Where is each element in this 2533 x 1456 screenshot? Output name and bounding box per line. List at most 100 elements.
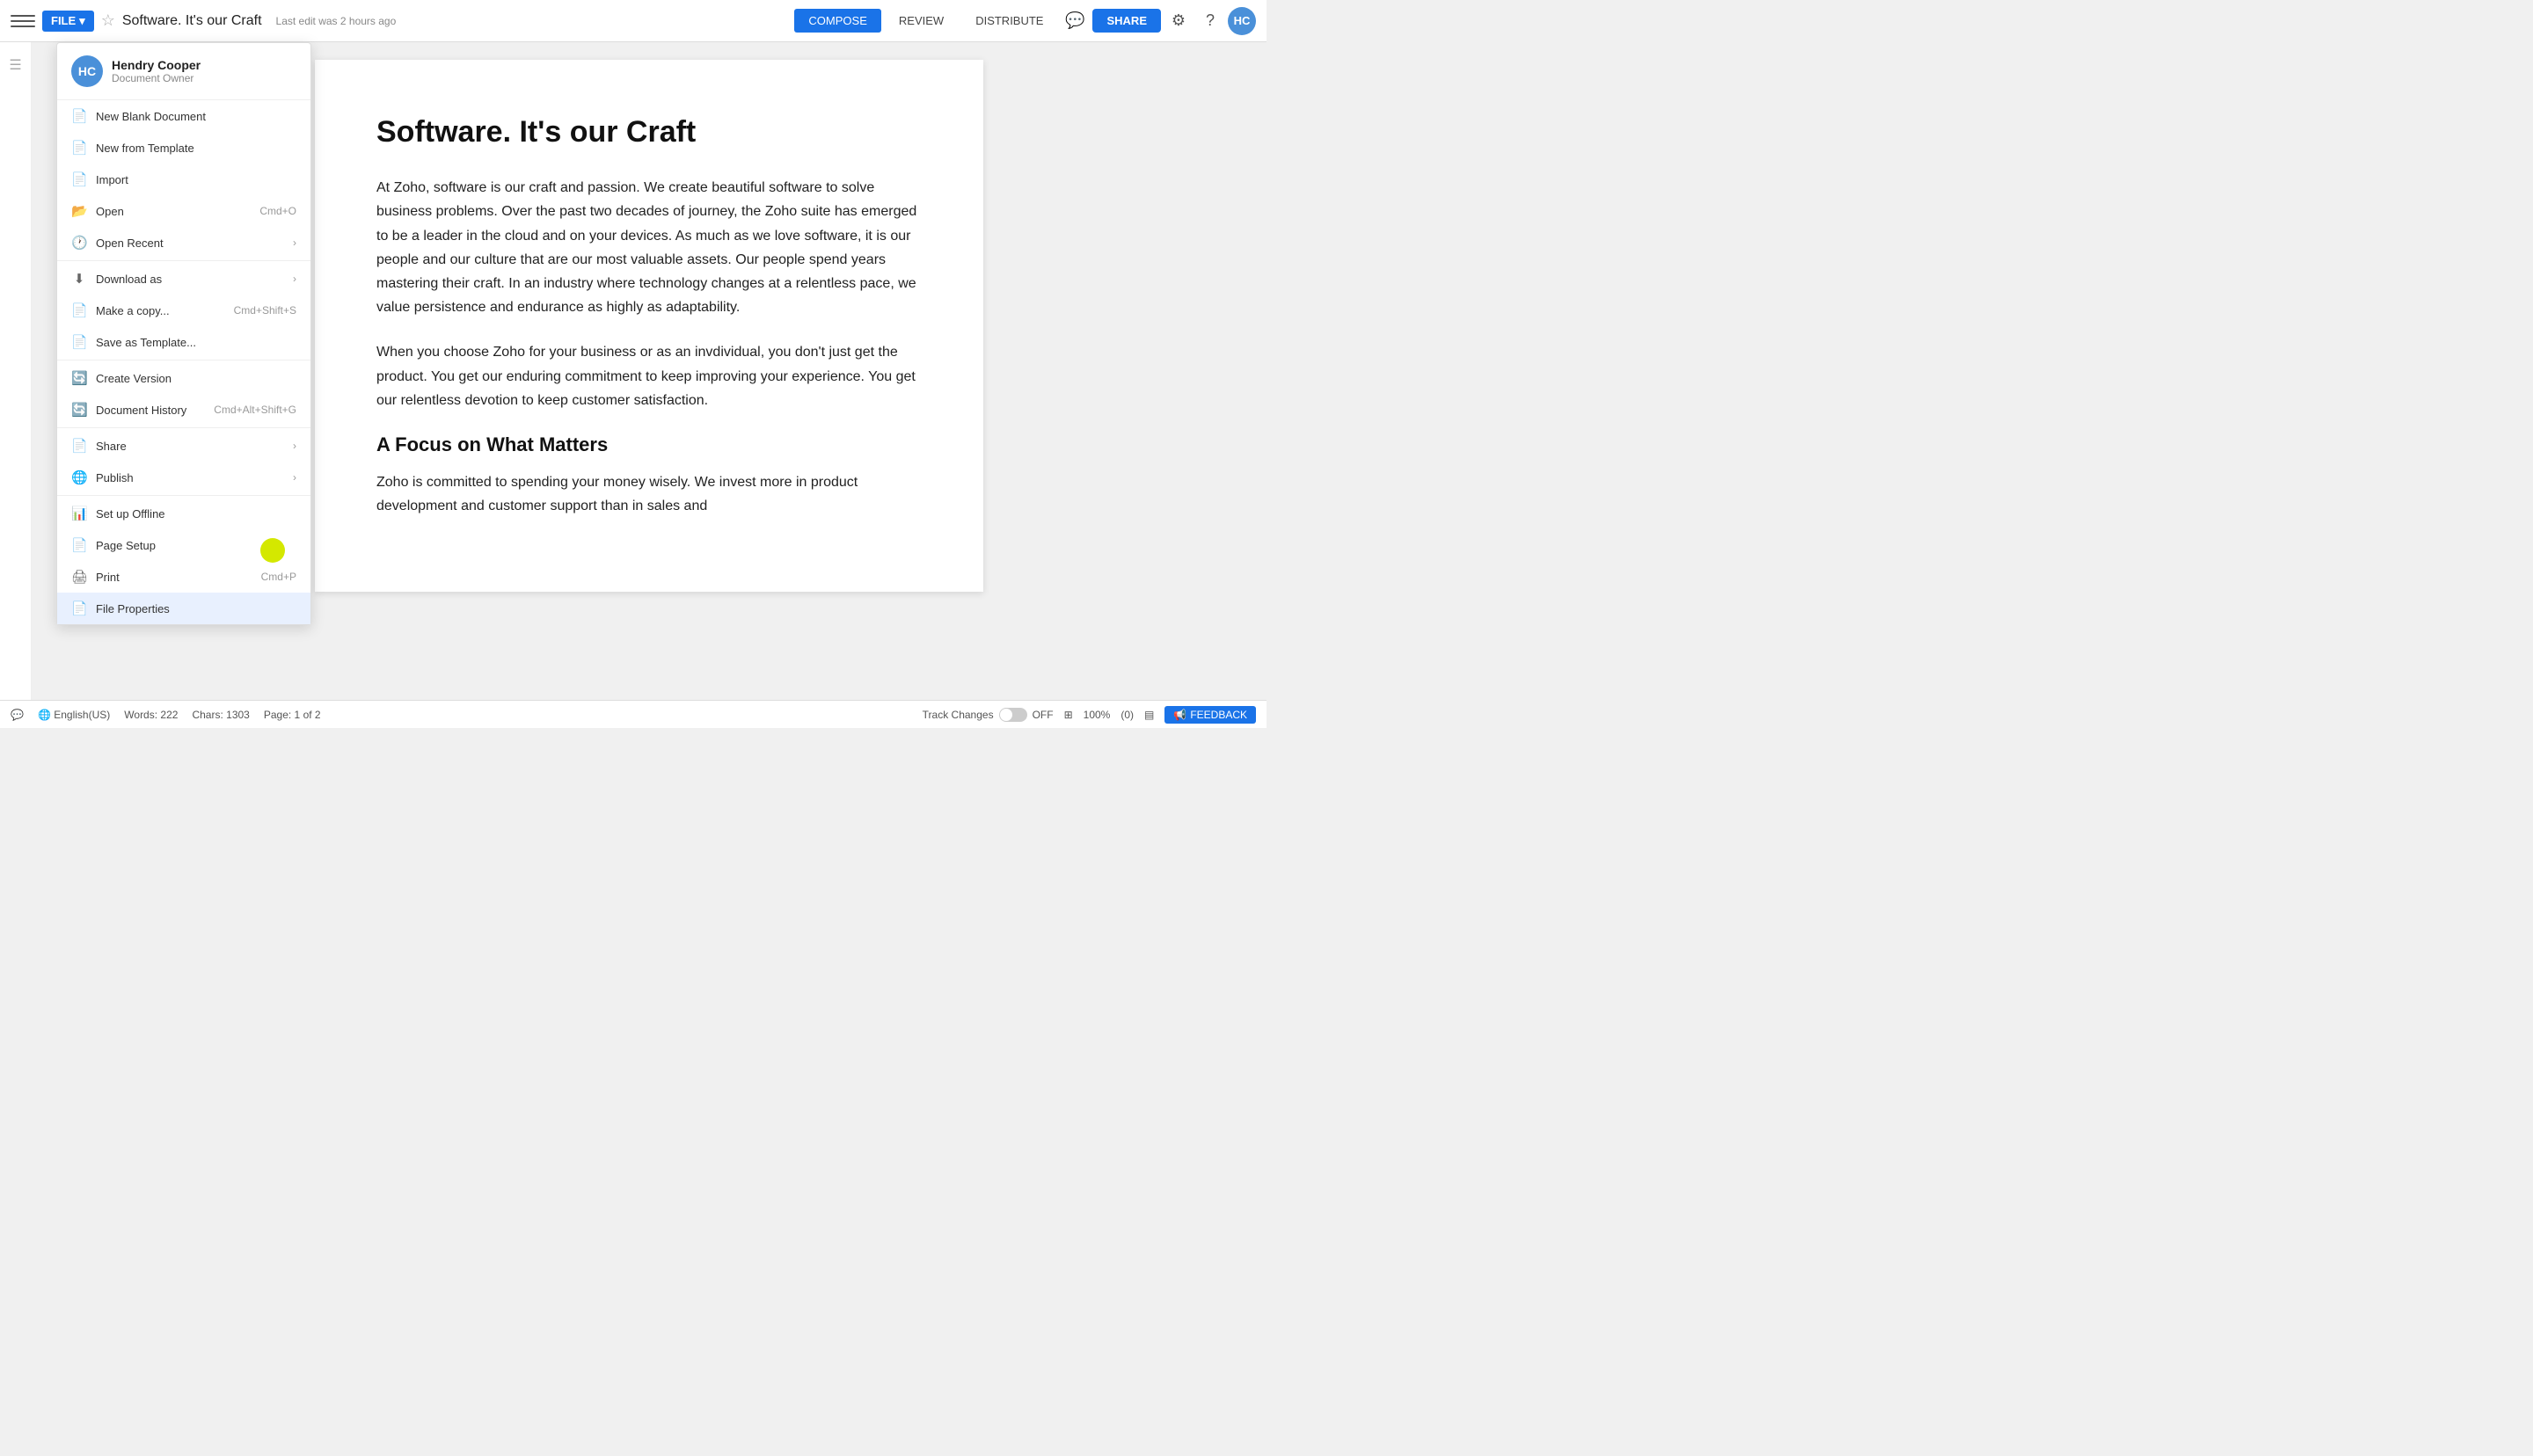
menu-item-page-setup[interactable]: 📄 Page Setup <box>57 529 310 561</box>
new-blank-icon: 📄 <box>71 108 87 124</box>
dropdown-user-info: Hendry Cooper Document Owner <box>112 58 201 84</box>
menu-item-import[interactable]: 📄 Import <box>57 164 310 195</box>
create-version-icon: 🔄 <box>71 370 87 386</box>
new-template-icon: 📄 <box>71 140 87 156</box>
open-recent-icon: 🕐 <box>71 235 87 251</box>
file-properties-icon: 📄 <box>71 601 87 616</box>
document-history-shortcut: Cmd+Alt+Shift+G <box>214 404 296 416</box>
file-properties-label: File Properties <box>96 602 170 615</box>
language-indicator[interactable]: 🌐 English(US) <box>38 709 110 721</box>
track-changes-state: OFF <box>1033 709 1054 721</box>
menu-item-create-version[interactable]: 🔄 Create Version <box>57 362 310 394</box>
menu-item-publish[interactable]: 🌐 Publish › <box>57 462 310 493</box>
open-recent-chevron: › <box>293 237 296 249</box>
menu-item-document-history[interactable]: 🔄 Document History Cmd+Alt+Shift+G <box>57 394 310 426</box>
word-count: Words: 222 <box>124 709 178 721</box>
document-title: Software. It's our Craft <box>122 13 262 29</box>
create-version-label: Create Version <box>96 372 172 385</box>
download-as-chevron: › <box>293 273 296 285</box>
menu-item-file-properties[interactable]: 📄 File Properties <box>57 593 310 624</box>
feedback-label: FEEDBACK <box>1190 709 1247 721</box>
dropdown-avatar: HC <box>71 55 103 87</box>
avatar[interactable]: HC <box>1228 7 1256 35</box>
dropdown-user-role: Document Owner <box>112 72 201 84</box>
language-icon: 🌐 <box>38 709 51 721</box>
menu-item-setup-offline[interactable]: 📊 Set up Offline <box>57 498 310 529</box>
share-button[interactable]: SHARE <box>1092 9 1161 33</box>
page-indicator: Page: 1 of 2 <box>264 709 321 721</box>
status-bar-right: Track Changes OFF ⊞ 100% (0) ▤ 📢 FEEDBAC… <box>923 706 1256 724</box>
document-subheading: A Focus on What Matters <box>376 433 922 456</box>
menu-item-open[interactable]: 📂 Open Cmd+O <box>57 195 310 227</box>
status-bar: 💬 🌐 English(US) Words: 222 Chars: 1303 P… <box>0 700 1266 728</box>
menu-item-open-recent[interactable]: 🕐 Open Recent › <box>57 227 310 258</box>
print-shortcut: Cmd+P <box>261 571 296 583</box>
comments-count[interactable]: (0) <box>1121 709 1134 721</box>
import-icon: 📄 <box>71 171 87 187</box>
document-outline-icon[interactable]: ☰ <box>2 49 28 81</box>
document-heading: Software. It's our Craft <box>376 113 922 151</box>
track-changes-toggle[interactable] <box>999 708 1027 722</box>
new-template-label: New from Template <box>96 142 194 155</box>
file-menu-button[interactable]: FILE ▾ <box>42 11 94 32</box>
menu-item-save-template[interactable]: 📄 Save as Template... <box>57 326 310 358</box>
setup-offline-label: Set up Offline <box>96 507 165 521</box>
last-edit-text: Last edit was 2 hours ago <box>276 15 397 27</box>
menu-item-share[interactable]: 📄 Share › <box>57 430 310 462</box>
document-paragraph-2: When you choose Zoho for your business o… <box>376 340 922 412</box>
menu-item-new-blank[interactable]: 📄 New Blank Document <box>57 100 310 132</box>
document-history-label: Document History <box>96 404 186 417</box>
dropdown-user-section: HC Hendry Cooper Document Owner <box>57 43 310 100</box>
tab-review[interactable]: REVIEW <box>885 9 958 33</box>
menu-item-print[interactable]: 🖨 Print Cmd+P <box>57 561 310 593</box>
header-right: COMPOSE REVIEW DISTRIBUTE 💬 SHARE ⚙ ? HC <box>794 7 1256 35</box>
separator-1 <box>57 260 310 261</box>
menu-item-make-copy[interactable]: 📄 Make a copy... Cmd+Shift+S <box>57 295 310 326</box>
page-setup-label: Page Setup <box>96 539 156 552</box>
file-dropdown-menu: HC Hendry Cooper Document Owner 📄 New Bl… <box>56 42 311 625</box>
feedback-button[interactable]: 📢 FEEDBACK <box>1164 706 1256 724</box>
toggle-knob <box>1000 709 1012 721</box>
dropdown-user-name: Hendry Cooper <box>112 58 201 72</box>
make-copy-label: Make a copy... <box>96 304 170 317</box>
share-chevron: › <box>293 440 296 452</box>
share-menu-icon: 📄 <box>71 438 87 454</box>
make-copy-icon: 📄 <box>71 302 87 318</box>
menu-item-download-as[interactable]: ⬇ Download as › <box>57 263 310 295</box>
open-recent-label: Open Recent <box>96 237 164 250</box>
download-as-icon: ⬇ <box>71 271 87 287</box>
favorite-icon[interactable]: ☆ <box>101 11 115 30</box>
make-copy-shortcut: Cmd+Shift+S <box>234 304 296 317</box>
open-shortcut: Cmd+O <box>259 205 296 217</box>
separator-3 <box>57 427 310 428</box>
language-label: English(US) <box>54 709 110 721</box>
file-label: FILE <box>51 14 76 27</box>
separator-4 <box>57 495 310 496</box>
open-label: Open <box>96 205 124 218</box>
print-icon: 🖨 <box>71 569 87 585</box>
settings-icon[interactable]: ⚙ <box>1164 7 1193 35</box>
help-icon[interactable]: ? <box>1196 7 1224 35</box>
track-changes: Track Changes OFF <box>923 708 1054 722</box>
open-icon: 📂 <box>71 203 87 219</box>
comment-icon[interactable]: 💬 <box>1061 7 1089 35</box>
file-arrow-icon: ▾ <box>79 14 85 28</box>
document-paragraph-3: Zoho is committed to spending your money… <box>376 470 922 518</box>
chat-icon[interactable]: 💬 <box>11 709 24 721</box>
page-setup-icon: 📄 <box>71 537 87 553</box>
menu-item-new-template[interactable]: 📄 New from Template <box>57 132 310 164</box>
document-page: Software. It's our Craft At Zoho, softwa… <box>315 60 983 592</box>
save-template-icon: 📄 <box>71 334 87 350</box>
sidebar-left: ☰ <box>0 42 32 700</box>
grid-view-icon[interactable]: ▤ <box>1144 709 1154 721</box>
char-count: Chars: 1303 <box>192 709 249 721</box>
import-label: Import <box>96 173 128 186</box>
zoom-level[interactable]: 100% <box>1084 709 1111 721</box>
new-blank-label: New Blank Document <box>96 110 206 123</box>
hamburger-menu[interactable] <box>11 9 35 33</box>
tab-compose[interactable]: COMPOSE <box>794 9 880 33</box>
grid-icon[interactable]: ⊞ <box>1064 709 1073 721</box>
header: FILE ▾ ☆ Software. It's our Craft Last e… <box>0 0 1266 42</box>
publish-label: Publish <box>96 471 134 484</box>
tab-distribute[interactable]: DISTRIBUTE <box>961 9 1057 33</box>
